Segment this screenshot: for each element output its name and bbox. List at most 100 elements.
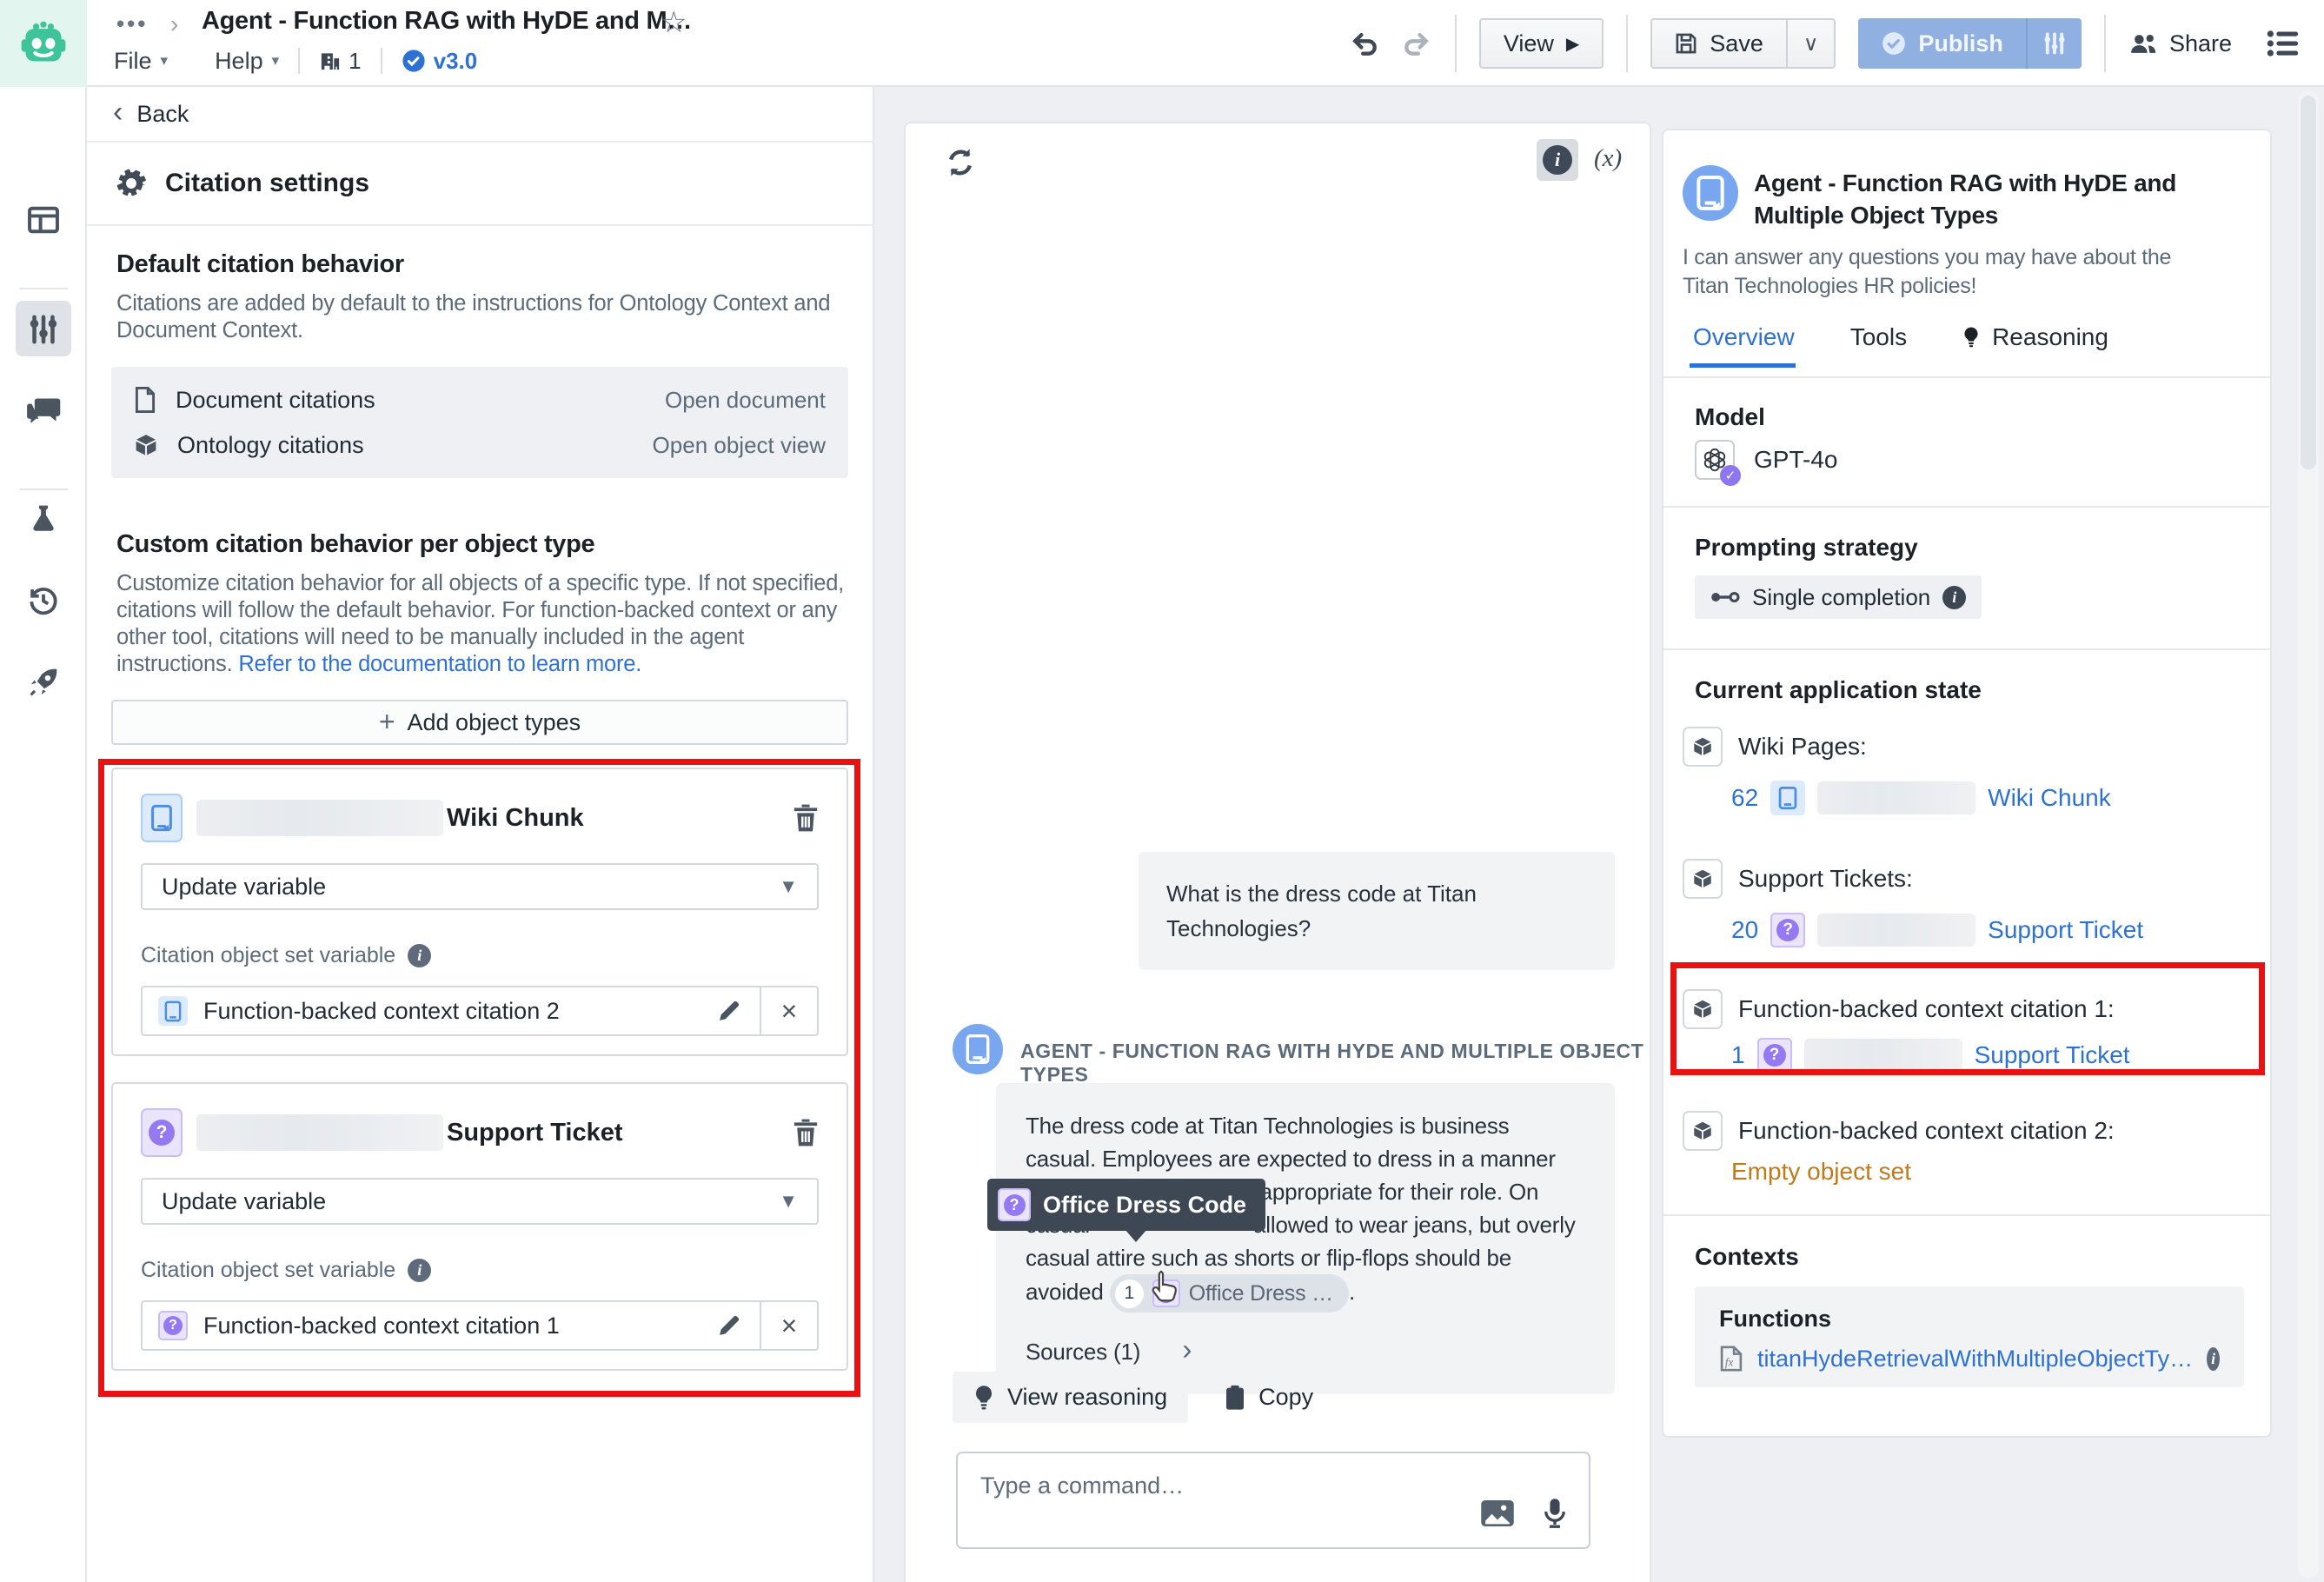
agent-title: Agent - Function RAG with HyDE and Multi…: [1754, 167, 2263, 231]
view-reasoning-button[interactable]: View reasoning: [953, 1372, 1188, 1423]
workspace-canvas: i (x) What is the dress code at Titan Te…: [874, 87, 2324, 1582]
topbar-actions: View ▶ Save ∨ Publish: [1349, 0, 2300, 87]
citation-action-select[interactable]: Update variable ▼: [141, 1178, 819, 1225]
object-count[interactable]: 1: [1731, 1041, 1745, 1069]
edit-pencil-icon[interactable]: [699, 987, 760, 1034]
info-icon[interactable]: i: [1942, 586, 1966, 609]
publish-button[interactable]: Publish: [1858, 18, 2082, 69]
object-type-link[interactable]: Support Ticket: [1988, 916, 2143, 944]
back-button[interactable]: ‹ Back: [87, 87, 873, 143]
divider: [1663, 506, 2270, 508]
citation-chip[interactable]: 1 ? Office Dress …: [1110, 1274, 1349, 1313]
ontology-citations-row: Ontology citations Open object view: [134, 424, 826, 466]
variable-label: Citation object set variable: [141, 1258, 395, 1283]
clear-x-icon[interactable]: ×: [761, 1302, 817, 1349]
chevron-right-icon: ›: [1182, 1335, 1192, 1365]
image-attach-icon[interactable]: [1481, 1500, 1514, 1526]
object-type-link[interactable]: Support Ticket: [1975, 1041, 2130, 1069]
command-input-box: [956, 1452, 1590, 1549]
variables-toggle[interactable]: (x): [1594, 144, 1622, 173]
view-button[interactable]: View ▶: [1479, 18, 1604, 69]
divider: [1663, 376, 2270, 378]
scrollbar-thumb[interactable]: [2301, 96, 2316, 469]
copy-button[interactable]: Copy: [1225, 1372, 1334, 1423]
empty-object-set-text: Empty object set: [1731, 1158, 1911, 1186]
history-icon[interactable]: [0, 584, 87, 617]
info-icon[interactable]: i: [408, 1259, 431, 1282]
app-logo-robot-icon[interactable]: [0, 0, 87, 87]
edit-pencil-icon[interactable]: [699, 1302, 760, 1349]
file-menu[interactable]: File▾: [114, 48, 168, 75]
sources-toggle[interactable]: Sources (1) ›: [1026, 1335, 1585, 1368]
delete-trash-icon[interactable]: [793, 803, 819, 833]
active-tab-underline: [1690, 363, 1796, 368]
panel-title: Citation settings: [165, 169, 369, 198]
microphone-icon[interactable]: [1544, 1497, 1566, 1530]
support-ticket-icon: ?: [998, 1188, 1031, 1221]
help-menu[interactable]: Help▾: [215, 48, 279, 75]
app-state-heading: Current application state: [1695, 676, 1982, 704]
prompting-strategy-pill: Single completion i: [1695, 575, 1982, 619]
citation-settings-sliders-icon[interactable]: [0, 313, 87, 346]
save-button[interactable]: Save: [1650, 18, 1788, 69]
chat-sessions-icon[interactable]: [0, 395, 87, 428]
redacted-text: [1817, 914, 1975, 947]
caret-down-icon: ▾: [272, 52, 280, 70]
gear-icon: [116, 169, 146, 198]
object-count[interactable]: 20: [1731, 916, 1758, 944]
documentation-link[interactable]: Refer to the documentation to learn more…: [238, 652, 641, 676]
support-ticket-icon: ?: [158, 1311, 188, 1340]
citation-action-select[interactable]: Update variable ▼: [141, 863, 819, 910]
scrollbar[interactable]: [2298, 90, 2319, 1579]
floppy-disk-icon: [1675, 32, 1697, 55]
publish-settings-sliders-icon[interactable]: [2026, 18, 2082, 69]
refresh-icon[interactable]: [944, 146, 977, 179]
delete-trash-icon[interactable]: [793, 1118, 819, 1147]
citation-variable-input[interactable]: Function-backed context citation 2 ×: [141, 986, 819, 1036]
list-menu-icon[interactable]: [2267, 30, 2300, 57]
tab-tools[interactable]: Tools: [1850, 323, 1907, 351]
breadcrumb-chevron-icon: ›: [170, 10, 178, 38]
tab-overview[interactable]: Overview: [1693, 323, 1795, 351]
key-icon: [1710, 589, 1740, 605]
favorite-star-icon[interactable]: ☆: [661, 5, 687, 40]
share-button[interactable]: Share: [2128, 30, 2232, 57]
cube-icon: [134, 433, 158, 457]
tab-reasoning[interactable]: Reasoning: [1962, 323, 2108, 351]
citation-variable-input[interactable]: ? Function-backed context citation 1 ×: [141, 1300, 819, 1351]
divider: [2104, 15, 2106, 72]
info-icon[interactable]: i: [2207, 1347, 2220, 1371]
evaluations-flask-icon[interactable]: [0, 502, 87, 534]
cube-icon: [1683, 989, 1723, 1029]
save-dropdown-button[interactable]: ∨: [1788, 18, 1836, 69]
verified-check-icon: [402, 49, 426, 73]
prompting-strategy-heading: Prompting strategy: [1695, 534, 1918, 562]
custom-behavior-heading: Custom citation behavior per object type: [116, 530, 594, 559]
variable-label: Citation object set variable: [141, 943, 395, 968]
info-icon[interactable]: i: [408, 944, 431, 967]
layout-panel-icon[interactable]: [0, 203, 87, 236]
version-badge[interactable]: v3.0: [402, 48, 478, 75]
info-toggle-button[interactable]: i: [1537, 139, 1578, 181]
functions-card: Functions fx titanHydeRetrievalWithMulti…: [1695, 1286, 2244, 1387]
citation-tooltip: ? Office Dress Code: [987, 1179, 1265, 1231]
divider: [1626, 15, 1628, 72]
object-count[interactable]: 62: [1731, 784, 1758, 812]
deploy-rocket-icon[interactable]: [0, 666, 87, 699]
chat-preview-panel: i (x) What is the dress code at Titan Te…: [904, 122, 1651, 1582]
function-link[interactable]: titanHydeRetrievalWithMultipleObjectTy…: [1757, 1346, 2193, 1373]
redo-icon[interactable]: [1401, 28, 1432, 59]
state-item-wiki-pages: Wiki Pages:: [1683, 727, 1867, 767]
object-type-link[interactable]: Wiki Chunk: [1988, 784, 2111, 812]
agent-description: I can answer any questions you may have …: [1683, 243, 2204, 301]
caret-down-icon: ▼: [779, 875, 798, 898]
wiki-chunk-icon: [158, 996, 188, 1026]
mouse-cursor: [1151, 1269, 1179, 1304]
breadcrumb-overflow[interactable]: •••: [116, 10, 148, 37]
undo-icon[interactable]: [1349, 28, 1380, 59]
clear-x-icon[interactable]: ×: [761, 987, 817, 1034]
branch-indicator[interactable]: 1: [319, 48, 361, 75]
add-object-types-button[interactable]: + Add object types: [111, 700, 848, 745]
svg-text:fx: fx: [1725, 1356, 1734, 1369]
document-icon: [134, 386, 156, 414]
